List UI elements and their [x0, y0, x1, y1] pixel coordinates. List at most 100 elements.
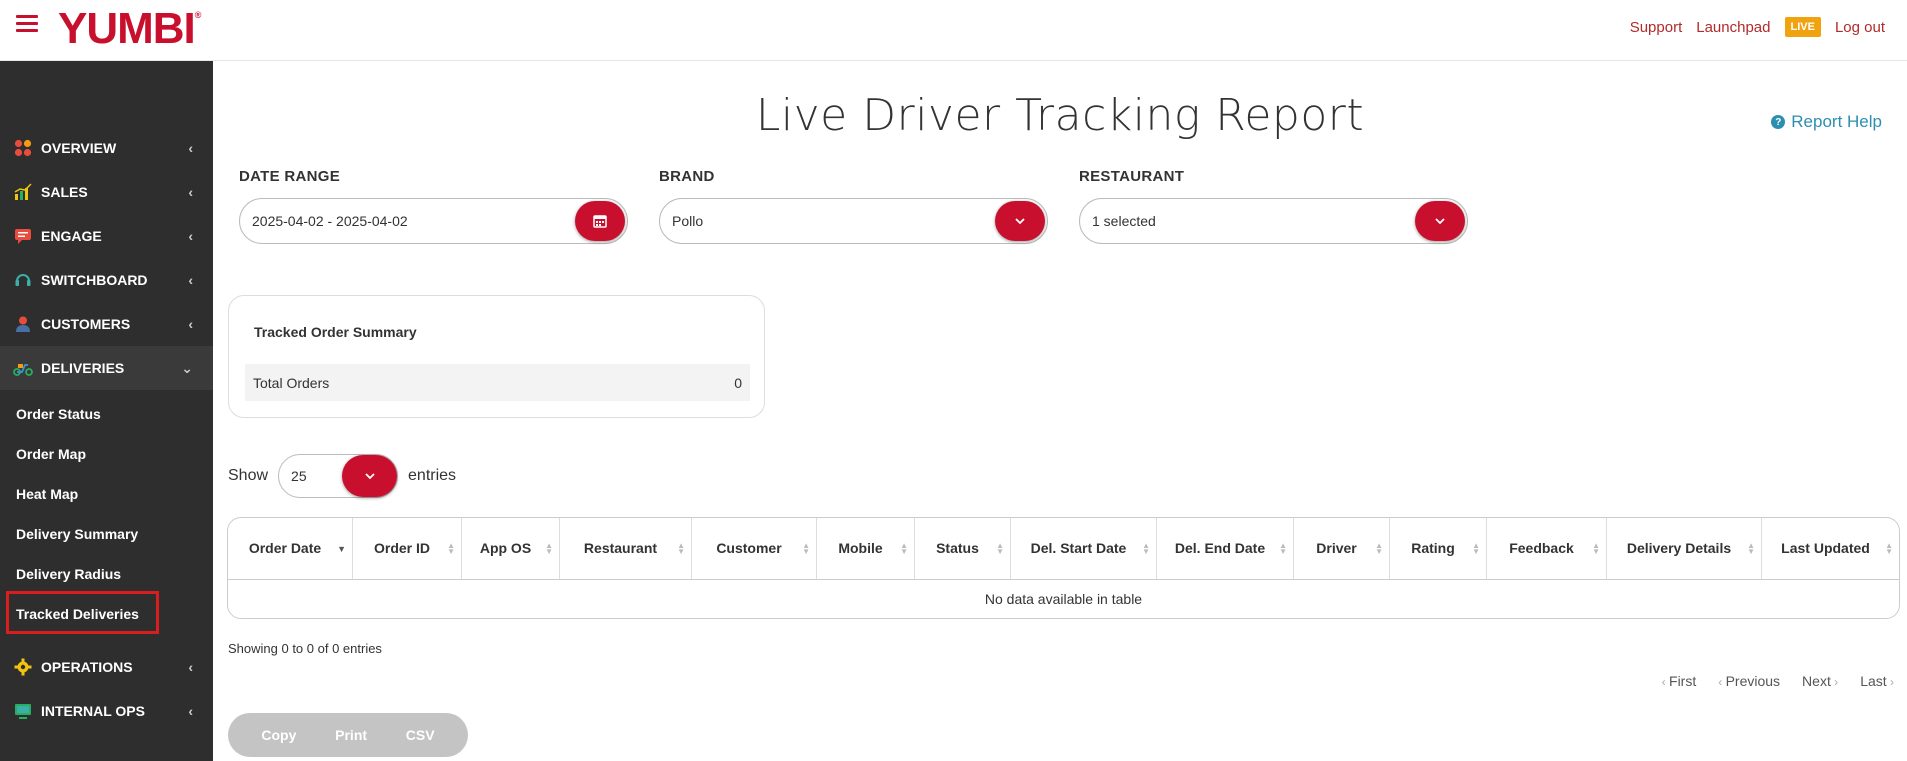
sort-icon: ▲ ▼: [900, 540, 908, 556]
sidebar-label: OPERATIONS: [41, 659, 133, 675]
sidebar-sub-delivery-radius[interactable]: Delivery Radius: [16, 566, 121, 582]
col-label: Mobile: [838, 540, 883, 556]
col-order-id[interactable]: Order ID ▲ ▼: [353, 518, 462, 579]
entries-select[interactable]: 25: [278, 454, 399, 498]
print-button[interactable]: Print: [335, 727, 367, 743]
col-customer[interactable]: Customer ▲ ▼: [692, 518, 817, 579]
entries-length-control: Show 25 entries: [228, 454, 456, 498]
sidebar-item-customers[interactable]: CUSTOMERS ‹: [0, 302, 213, 346]
chevron-down-icon: ⌄: [181, 359, 193, 376]
sort-icon: ▲ ▼: [1142, 540, 1150, 556]
chevron-down-icon: [1435, 218, 1445, 225]
copy-button[interactable]: Copy: [261, 727, 296, 743]
entries-value: 25: [291, 468, 307, 484]
main-content: Live Driver Tracking Report ? Report Hel…: [213, 61, 1907, 761]
col-label: Order ID: [373, 540, 430, 556]
brand-select[interactable]: Pollo: [659, 198, 1048, 244]
brand-label: BRAND: [659, 168, 715, 185]
calendar-button[interactable]: [575, 201, 625, 241]
first-label: First: [1669, 673, 1697, 689]
restaurant-dropdown-button[interactable]: [1415, 201, 1465, 241]
chevron-left-icon: ‹: [188, 703, 193, 719]
chevron-left-icon: ‹: [1718, 675, 1726, 689]
next-page-button[interactable]: Next ›: [1802, 673, 1838, 689]
total-orders-row: Total Orders 0: [245, 364, 750, 401]
sidebar-sub-tracked-deliveries[interactable]: Tracked Deliveries: [16, 606, 139, 622]
sidebar-item-internal-ops[interactable]: INTERNAL OPS ‹: [0, 689, 213, 733]
dots-grid-icon: [13, 138, 33, 158]
chevron-left-icon: ‹: [188, 184, 193, 200]
col-last-updated[interactable]: Last Updated ▲ ▼: [1762, 518, 1899, 579]
chat-icon: [13, 226, 33, 246]
col-app-os[interactable]: App OS ▲ ▼: [462, 518, 560, 579]
chevron-right-icon: ›: [1886, 675, 1894, 689]
top-bar: YUMBI® Support Launchpad LIVE Log out: [0, 0, 1907, 61]
restaurant-label: RESTAURANT: [1079, 168, 1185, 185]
logout-link[interactable]: Log out: [1835, 19, 1885, 36]
last-label: Last: [1860, 673, 1887, 689]
col-label: Driver: [1316, 540, 1357, 556]
csv-button[interactable]: CSV: [406, 727, 435, 743]
chevron-left-icon: ‹: [188, 659, 193, 675]
brand-dropdown-button[interactable]: [995, 201, 1045, 241]
sort-icon: ▲ ▼: [1885, 540, 1893, 556]
chevron-down-icon: [364, 473, 375, 480]
previous-page-button[interactable]: ‹ Previous: [1718, 673, 1780, 689]
bar-chart-icon: [13, 182, 33, 202]
restaurant-select[interactable]: 1 selected: [1079, 198, 1468, 244]
chevron-down-icon: [1015, 218, 1025, 225]
col-rating[interactable]: Rating ▲ ▼: [1390, 518, 1487, 579]
sidebar-sub-delivery-summary[interactable]: Delivery Summary: [16, 526, 138, 542]
col-feedback[interactable]: Feedback ▲ ▼: [1487, 518, 1607, 579]
col-driver[interactable]: Driver ▲ ▼: [1294, 518, 1390, 579]
sort-icon: ▲ ▼: [447, 540, 455, 556]
sort-icon: ▲ ▼: [996, 540, 1004, 556]
sidebar-item-deliveries[interactable]: DELIVERIES ⌄: [0, 346, 213, 390]
sidebar-sub-heat-map[interactable]: Heat Map: [16, 486, 78, 502]
col-delivery-details[interactable]: Delivery Details ▲ ▼: [1607, 518, 1762, 579]
show-label: Show: [228, 467, 269, 484]
col-del-end-date[interactable]: Del. End Date ▲ ▼: [1157, 518, 1294, 579]
calendar-icon: [593, 215, 607, 228]
chevron-left-icon: ‹: [188, 272, 193, 288]
col-restaurant[interactable]: Restaurant ▲ ▼: [560, 518, 692, 579]
report-help-link[interactable]: ? Report Help: [1771, 112, 1882, 132]
next-label: Next: [1802, 673, 1831, 689]
first-page-button[interactable]: ‹ First: [1662, 673, 1697, 689]
sidebar-item-sales[interactable]: SALES ‹: [0, 170, 213, 214]
sidebar-item-overview[interactable]: OVERVIEW ‹: [0, 126, 213, 170]
date-range-input[interactable]: 2025-04-02 - 2025-04-02: [239, 198, 628, 244]
col-label: Restaurant: [583, 540, 658, 556]
hamburger-menu-icon[interactable]: [16, 15, 38, 33]
table-empty-row: No data available in table: [984, 591, 1143, 607]
sidebar-label: INTERNAL OPS: [41, 703, 145, 719]
yumbi-logo[interactable]: YUMBI®: [58, 4, 201, 54]
sidebar-sub-order-map[interactable]: Order Map: [16, 446, 86, 462]
col-mobile[interactable]: Mobile ▲ ▼: [817, 518, 915, 579]
logo-text: YUMBI: [58, 4, 196, 53]
sidebar-label: ENGAGE: [41, 228, 102, 244]
entries-dropdown-button[interactable]: [342, 455, 398, 497]
col-status[interactable]: Status ▲ ▼: [915, 518, 1011, 579]
last-page-button[interactable]: Last ›: [1860, 673, 1894, 689]
user-icon: [13, 314, 33, 334]
launchpad-link[interactable]: Launchpad: [1696, 19, 1770, 36]
chevron-left-icon: ‹: [188, 228, 193, 244]
tracking-table: Order Date ▼ Order ID ▲ ▼ App OS ▲ ▼ Restaura…: [227, 517, 1900, 619]
sort-icon: ▲ ▼: [1592, 540, 1600, 556]
sidebar-item-engage[interactable]: ENGAGE ‹: [0, 214, 213, 258]
table-info: Showing 0 to 0 of 0 entries: [228, 641, 382, 656]
sidebar-item-operations[interactable]: OPERATIONS ‹: [0, 645, 213, 689]
sort-icon: ▲ ▼: [802, 540, 810, 556]
col-label: Order Date: [248, 540, 322, 556]
col-label: Last Updated: [1781, 540, 1870, 556]
sort-icon: ▲ ▼: [1747, 540, 1755, 556]
col-order-date[interactable]: Order Date ▼: [228, 518, 353, 579]
live-badge: LIVE: [1784, 17, 1821, 37]
support-link[interactable]: Support: [1630, 19, 1683, 36]
sort-icon: ▲ ▼: [1375, 540, 1383, 556]
col-del-start-date[interactable]: Del. Start Date ▲ ▼: [1011, 518, 1157, 579]
sidebar-item-switchboard[interactable]: SWITCHBOARD ‹: [0, 258, 213, 302]
col-label: Feedback: [1509, 540, 1574, 556]
sidebar-sub-order-status[interactable]: Order Status: [16, 406, 101, 422]
